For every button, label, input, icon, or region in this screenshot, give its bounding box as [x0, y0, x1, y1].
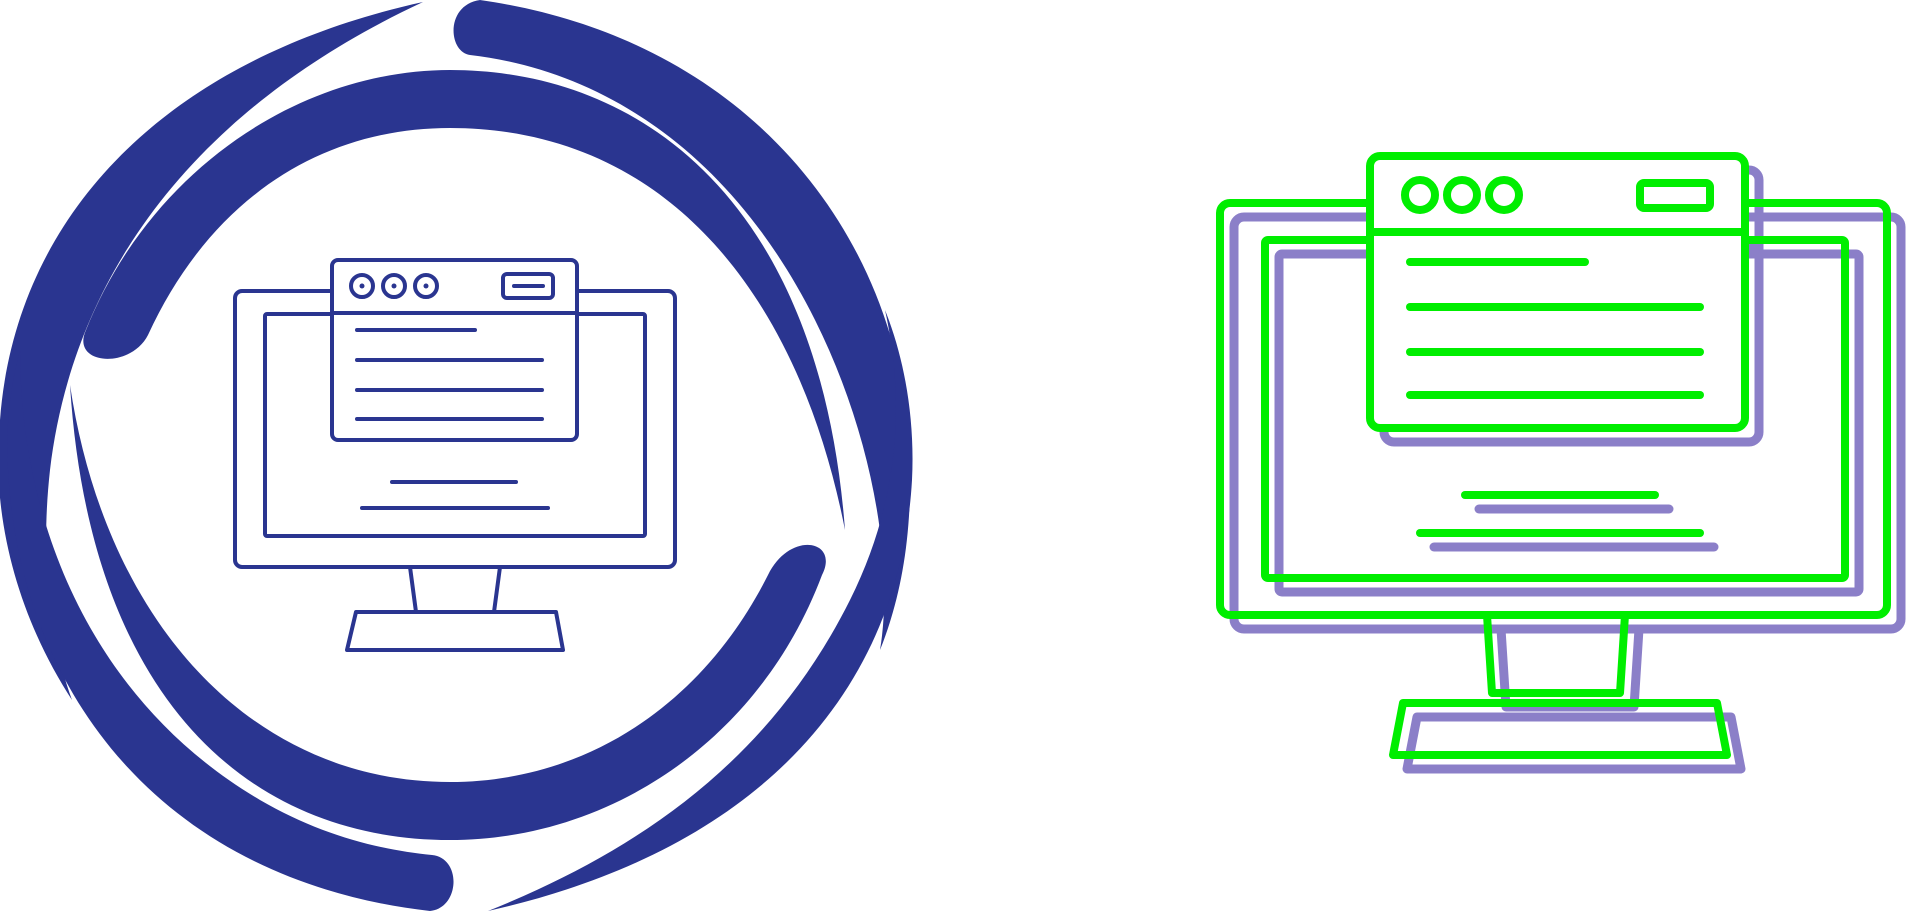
monitor-web-page-offset-outline-icon	[1216, 152, 1906, 774]
circular-arrows-icon	[0, 0, 913, 911]
monitor-outline-layer	[1216, 152, 1891, 759]
outline-browser-window	[1366, 152, 1749, 432]
icon-sheet	[0, 0, 1920, 911]
monitor-web-page-circular-icon	[0, 0, 913, 911]
icon-sheet-graphic	[0, 0, 1906, 911]
monitor-base	[345, 610, 565, 652]
browser-dot-3-center	[423, 283, 429, 289]
browser-dot-1-center	[359, 283, 365, 289]
browser-dot-2-center	[391, 283, 397, 289]
monitor-icon	[233, 258, 677, 652]
monitor-neck	[408, 565, 502, 614]
